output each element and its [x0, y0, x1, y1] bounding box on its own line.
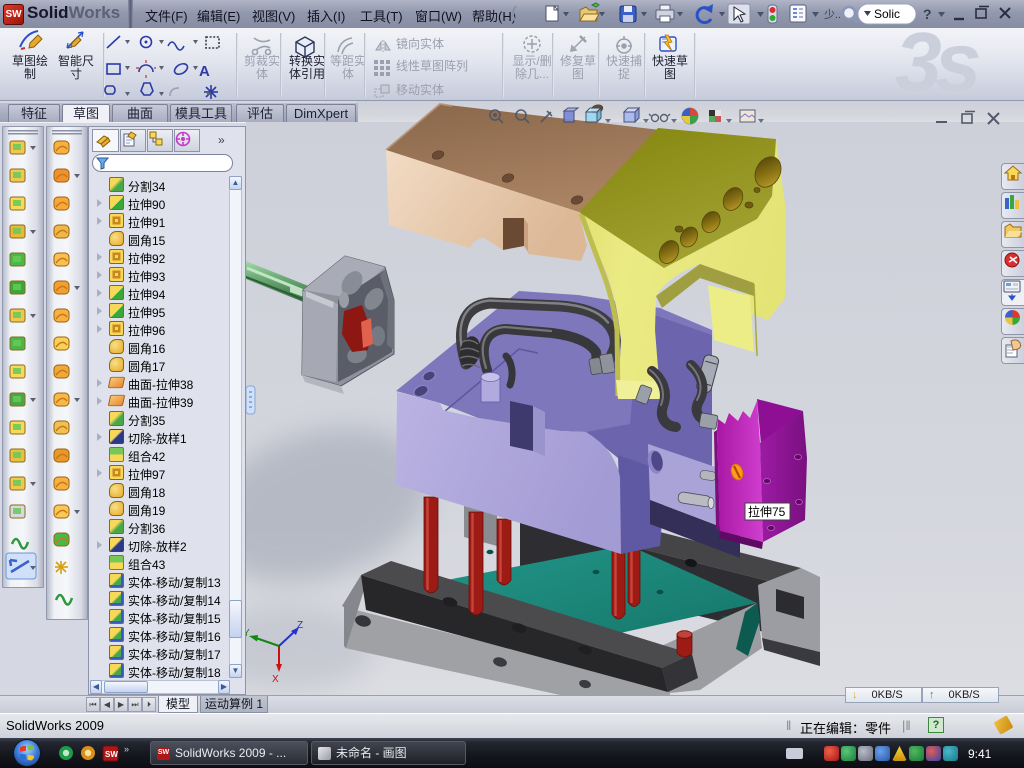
svg-text:SW: SW [105, 750, 118, 759]
svg-text:A: A [199, 63, 210, 80]
svg-text:少..: 少.. [824, 8, 841, 21]
svg-text:?: ? [923, 6, 932, 22]
svg-text:X: X [272, 674, 279, 685]
svg-text:Z: Z [297, 620, 303, 631]
svg-text:»: » [124, 744, 129, 754]
svg-text:拉伸75: 拉伸75 [748, 504, 786, 519]
svg-text:Solic: Solic [874, 7, 900, 21]
